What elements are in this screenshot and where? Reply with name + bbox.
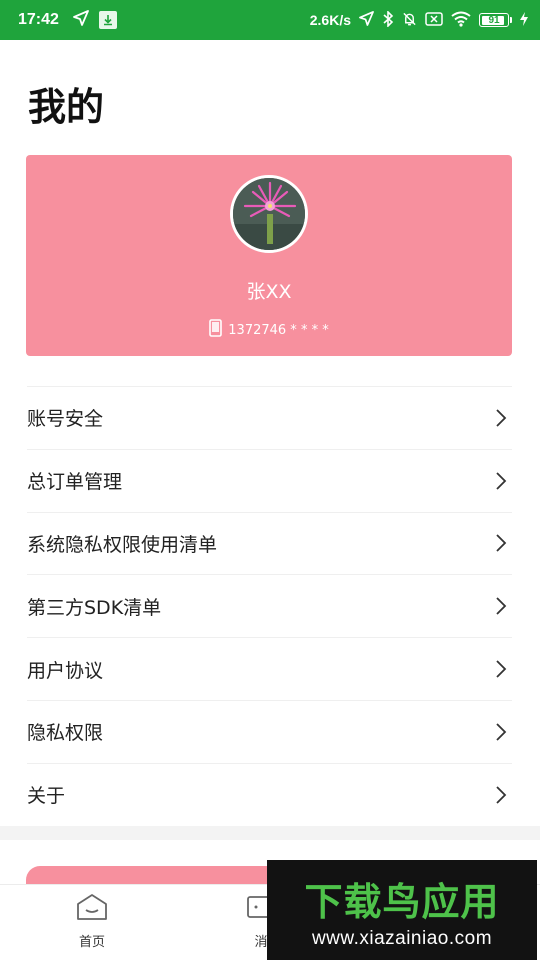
avatar[interactable] [230,175,308,253]
section-divider [0,826,540,840]
menu-item-third-party-sdk[interactable]: 第三方SDK清单 [27,574,512,637]
chevron-right-icon [494,470,508,492]
bluetooth-icon [382,9,394,30]
menu-item-system-permissions[interactable]: 系统隐私权限使用清单 [27,511,512,575]
chevron-right-icon [494,407,508,429]
chevron-right-icon [494,784,508,806]
tab-home[interactable]: 首页 [47,893,137,950]
profile-card[interactable]: 张XX 1372746 * * * * [26,155,512,356]
chevron-right-icon [494,595,508,617]
status-time: 17:42 [18,11,59,28]
page-title: 我的 [28,85,105,129]
phone-number: 1372746 * * * * [228,322,329,338]
phone-row: 1372746 * * * * [26,319,512,341]
watermark-url: www.xiazainiao.com [311,927,493,949]
chevron-right-icon [494,532,508,554]
status-bar: 17:42 2.6K/s 91 [0,0,540,40]
chevron-right-icon [494,658,508,680]
menu-item-about[interactable]: 关于 [27,762,512,826]
home-icon [75,893,109,925]
tab-label: 首页 [78,935,105,950]
chevron-right-icon [494,721,508,743]
location-arrow-icon [73,9,89,31]
menu-item-label: 用户协议 [27,659,104,682]
menu-item-user-agreement[interactable]: 用户协议 [27,637,512,700]
menu-item-label: 系统隐私权限使用清单 [27,533,218,556]
bell-muted-icon [402,11,417,30]
watermark-banner: 下载鸟应用 www.xiazainiao.com [267,860,537,960]
menu-item-privacy-permissions[interactable]: 隐私权限 [27,699,512,763]
menu-item-label: 关于 [27,785,66,808]
battery-level: 91 [488,14,500,26]
menu-item-label: 第三方SDK清单 [27,596,162,619]
download-icon [98,11,117,29]
charging-bolt-icon [520,11,528,29]
menu-item-label: 隐私权限 [27,722,104,745]
location-arrow-icon [359,11,374,29]
user-name: 张XX [246,281,292,303]
menu-item-label: 总订单管理 [27,471,123,494]
menu-item-order-management[interactable]: 总订单管理 [27,448,512,512]
no-sim-icon [425,11,443,29]
tab-label: 消 [254,935,268,950]
watermark-title: 下载鸟应用 [304,879,500,924]
wifi-icon [451,11,471,30]
menu-item-account-security[interactable]: 账号安全 [27,386,512,449]
network-speed: 2.6K/s [309,12,351,28]
menu-item-label: 账号安全 [27,408,104,431]
settings-menu: 账号安全 总订单管理 系统隐私权限使用清单 第三方SDK清单 用户协议 隐私权限… [27,386,512,826]
battery-icon: 91 [479,13,512,27]
phone-icon [209,319,223,341]
